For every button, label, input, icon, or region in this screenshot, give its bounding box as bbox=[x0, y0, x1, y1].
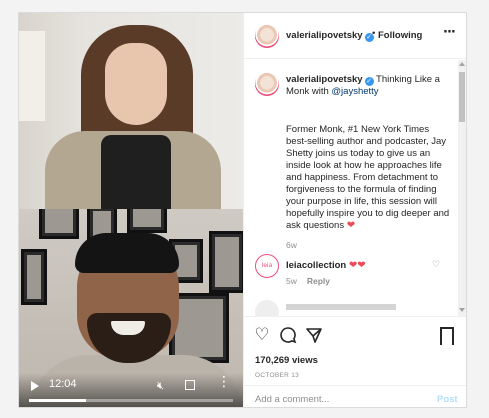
more-options-icon[interactable]: ··· bbox=[443, 25, 456, 40]
host-face bbox=[105, 43, 167, 125]
play-icon[interactable] bbox=[31, 381, 39, 391]
host-shirt bbox=[101, 135, 171, 209]
mute-icon[interactable]: 🔇︎ bbox=[157, 379, 164, 393]
separator-dot: • bbox=[372, 28, 376, 39]
caption-age: 6w bbox=[286, 240, 297, 250]
wall-photo-frame bbox=[21, 249, 47, 305]
save-bookmark-icon[interactable] bbox=[440, 327, 454, 347]
commenter-username[interactable]: leiacollection bbox=[286, 260, 346, 271]
host-camera-feed bbox=[19, 13, 243, 209]
instagram-post: 12:04 🔇︎ ⋮ valerialipovetsky ✓ • Followin… bbox=[18, 12, 467, 408]
caption-body-text: Former Monk, #1 New York Times best-sell… bbox=[286, 124, 450, 231]
comments-list[interactable]: valerialipovetsky ✓ Thinking Like a Monk … bbox=[244, 60, 466, 316]
add-comment-row: Post bbox=[244, 385, 466, 407]
like-heart-icon[interactable]: ♡ bbox=[252, 325, 272, 345]
video-more-icon[interactable]: ⋮ bbox=[217, 375, 231, 389]
video-progress-bar[interactable] bbox=[29, 399, 233, 402]
video-controls: 12:04 🔇︎ ⋮ bbox=[19, 373, 243, 407]
share-icon[interactable] bbox=[304, 325, 324, 345]
caption-username[interactable]: valerialipovetsky ✓ bbox=[286, 74, 374, 86]
heart-emoji: ❤ bbox=[346, 220, 356, 231]
list-item: leia leiacollection ❤❤ 5w Reply ♡ bbox=[255, 254, 453, 294]
caption-heading: valerialipovetsky ✓ Thinking Like a Monk … bbox=[286, 74, 452, 98]
post-actions: ♡ 170,269 views OCTOBER 13 Post bbox=[244, 316, 466, 407]
scrollbar-thumb[interactable] bbox=[459, 72, 465, 122]
post-side-panel: valerialipovetsky ✓ • Following ··· valer… bbox=[243, 13, 466, 407]
author-username[interactable]: valerialipovetsky ✓ bbox=[286, 30, 374, 42]
scroll-down-arrow-icon[interactable] bbox=[459, 308, 465, 312]
comment-like-heart-icon[interactable]: ♡ bbox=[432, 260, 440, 270]
wall-photo-frame bbox=[39, 209, 79, 239]
post-date: OCTOBER 13 bbox=[255, 372, 300, 379]
guest-hair bbox=[75, 233, 179, 273]
video-time: 12:04 bbox=[49, 378, 77, 390]
reply-button[interactable]: Reply bbox=[307, 276, 330, 286]
following-button[interactable]: Following bbox=[378, 30, 422, 41]
list-item bbox=[255, 300, 453, 316]
author-avatar[interactable] bbox=[255, 24, 279, 48]
live-video-player[interactable]: 12:04 🔇︎ ⋮ bbox=[19, 13, 243, 407]
mention-link[interactable]: @jayshetty bbox=[331, 86, 378, 97]
view-count-label: views bbox=[289, 355, 318, 366]
video-progress-fill bbox=[29, 399, 87, 402]
post-comment-button[interactable]: Post bbox=[437, 394, 458, 405]
comment-icon[interactable] bbox=[278, 325, 298, 345]
comment-hearts: ❤❤ bbox=[348, 260, 366, 271]
background-wall bbox=[19, 31, 45, 121]
comment-age: 5w bbox=[286, 276, 297, 286]
add-comment-input[interactable] bbox=[255, 391, 415, 407]
post-header: valerialipovetsky ✓ • Following ··· bbox=[244, 13, 466, 59]
view-count[interactable]: 170,269 views bbox=[255, 355, 318, 366]
caption-body: Former Monk, #1 New York Times best-sell… bbox=[286, 124, 452, 232]
scroll-up-arrow-icon[interactable] bbox=[459, 62, 465, 66]
comment-meta: 5w Reply bbox=[286, 276, 330, 286]
screenshot-frame: 12:04 🔇︎ ⋮ valerialipovetsky ✓ • Followin… bbox=[0, 0, 489, 418]
verified-badge-icon: ✓ bbox=[364, 77, 374, 86]
comment-text: leiacollection ❤❤ bbox=[286, 260, 366, 271]
comments-scrollbar[interactable] bbox=[458, 60, 466, 316]
clipped-comment-text bbox=[286, 304, 396, 310]
wall-photo-frame bbox=[127, 209, 167, 233]
fullscreen-icon[interactable] bbox=[185, 380, 195, 390]
view-count-number: 170,269 bbox=[255, 355, 290, 366]
commenter-avatar[interactable] bbox=[255, 300, 279, 316]
caption-author-avatar[interactable] bbox=[255, 72, 279, 96]
wall-photo-frame bbox=[209, 231, 243, 293]
commenter-avatar[interactable]: leia bbox=[255, 254, 279, 278]
